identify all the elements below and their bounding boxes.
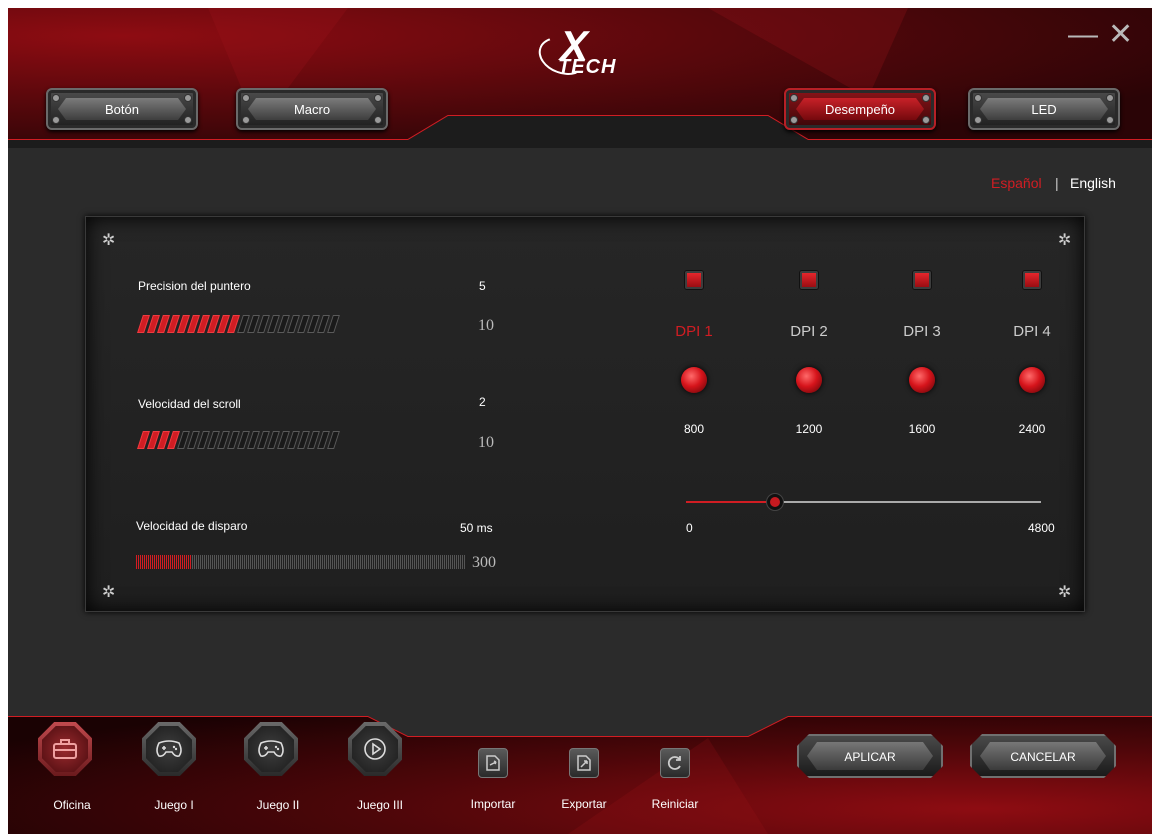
xtech-logo: X TECH (533, 22, 638, 82)
fan-icon: ✲ (102, 232, 116, 249)
export-button[interactable] (569, 748, 599, 778)
language-english-link[interactable]: English (1070, 175, 1116, 191)
gamepad-icon (156, 740, 182, 757)
language-separator: | (1055, 175, 1059, 191)
dpi-3-label[interactable]: DPI 3 (887, 323, 957, 340)
scroll-speed-max: 10 (478, 434, 494, 451)
profile-oficina-label: Oficina (53, 798, 91, 812)
cancel-label: CANCELAR (1010, 750, 1076, 764)
tab-label: Macro (293, 102, 331, 117)
scroll-speed-label: Velocidad del scroll (138, 397, 241, 411)
reset-button[interactable] (660, 748, 690, 778)
reset-label: Reiniciar (651, 797, 699, 811)
dpi-2-value: 1200 (795, 422, 823, 436)
fan-icon: ✲ (102, 584, 116, 601)
fire-speed-max: 300 (472, 554, 496, 571)
dpi-2-indicator[interactable] (796, 367, 822, 393)
fan-icon: ✲ (1058, 232, 1072, 249)
minimize-button[interactable]: — (1068, 20, 1098, 50)
apply-label: APLICAR (844, 750, 896, 764)
dpi-4-checkbox[interactable] (1023, 271, 1041, 289)
language-spanish-link[interactable]: Español (991, 175, 1042, 191)
dpi-3-value: 1600 (908, 422, 936, 436)
profile-juego-2-label: Juego II (256, 798, 300, 812)
dpi-4-indicator[interactable] (1019, 367, 1045, 393)
pointer-precision-slider[interactable] (137, 315, 340, 333)
close-button[interactable]: ✕ (1108, 20, 1133, 50)
dpi-slider-thumb[interactable] (766, 494, 783, 510)
dpi-slider-min: 0 (686, 521, 693, 535)
dpi-2-label[interactable]: DPI 2 (774, 323, 844, 340)
import-button[interactable] (478, 748, 508, 778)
dpi-1-label[interactable]: DPI 1 (659, 323, 729, 340)
scroll-speed-slider[interactable] (137, 431, 340, 449)
pointer-precision-label: Precision del puntero (138, 279, 251, 293)
tab-label: LED (1031, 102, 1057, 117)
fan-icon: ✲ (1058, 584, 1072, 601)
import-icon (486, 755, 500, 771)
export-label: Exportar (561, 797, 607, 811)
dpi-slider-max: 4800 (1028, 521, 1055, 535)
dpi-2-checkbox[interactable] (800, 271, 818, 289)
fire-speed-slider[interactable] (136, 555, 465, 569)
import-label: Importar (470, 797, 516, 811)
gamepad-icon (258, 740, 284, 757)
pointer-precision-value: 5 (479, 279, 486, 293)
pointer-precision-max: 10 (478, 317, 494, 334)
tab-boton[interactable]: Botón (46, 88, 198, 130)
profile-juego-3-label: Juego III (356, 798, 404, 812)
tab-desempeno[interactable]: Desempeño (784, 88, 936, 130)
fire-speed-value: 50 ms (460, 521, 493, 535)
fire-speed-label: Velocidad de disparo (136, 519, 248, 533)
tab-label: Desempeño (824, 102, 896, 117)
dpi-4-value: 2400 (1018, 422, 1046, 436)
dpi-4-label[interactable]: DPI 4 (997, 323, 1067, 340)
toolbox-icon (53, 739, 77, 759)
dpi-3-checkbox[interactable] (913, 271, 931, 289)
apply-button[interactable]: APLICAR (797, 734, 943, 778)
header: X TECH — ✕ Botón Macro Desempeño LED (8, 8, 1152, 148)
reset-icon (667, 756, 681, 770)
dpi-3-indicator[interactable] (909, 367, 935, 393)
dpi-1-value: 800 (683, 422, 705, 436)
performance-panel: ✲ ✲ ✲ ✲ Precision del puntero 5 10 Veloc… (85, 216, 1085, 612)
play-icon (364, 738, 386, 760)
scroll-speed-value: 2 (479, 395, 486, 409)
tab-label: Botón (105, 102, 139, 117)
tab-macro[interactable]: Macro (236, 88, 388, 130)
export-icon (577, 755, 591, 771)
tab-led[interactable]: LED (968, 88, 1120, 130)
dpi-1-indicator[interactable] (681, 367, 707, 393)
profile-juego-1-label: Juego I (154, 798, 194, 812)
app-window: X TECH — ✕ Botón Macro Desempeño LED Esp… (8, 8, 1152, 834)
cancel-button[interactable]: CANCELAR (970, 734, 1116, 778)
dpi-1-checkbox[interactable] (685, 271, 703, 289)
